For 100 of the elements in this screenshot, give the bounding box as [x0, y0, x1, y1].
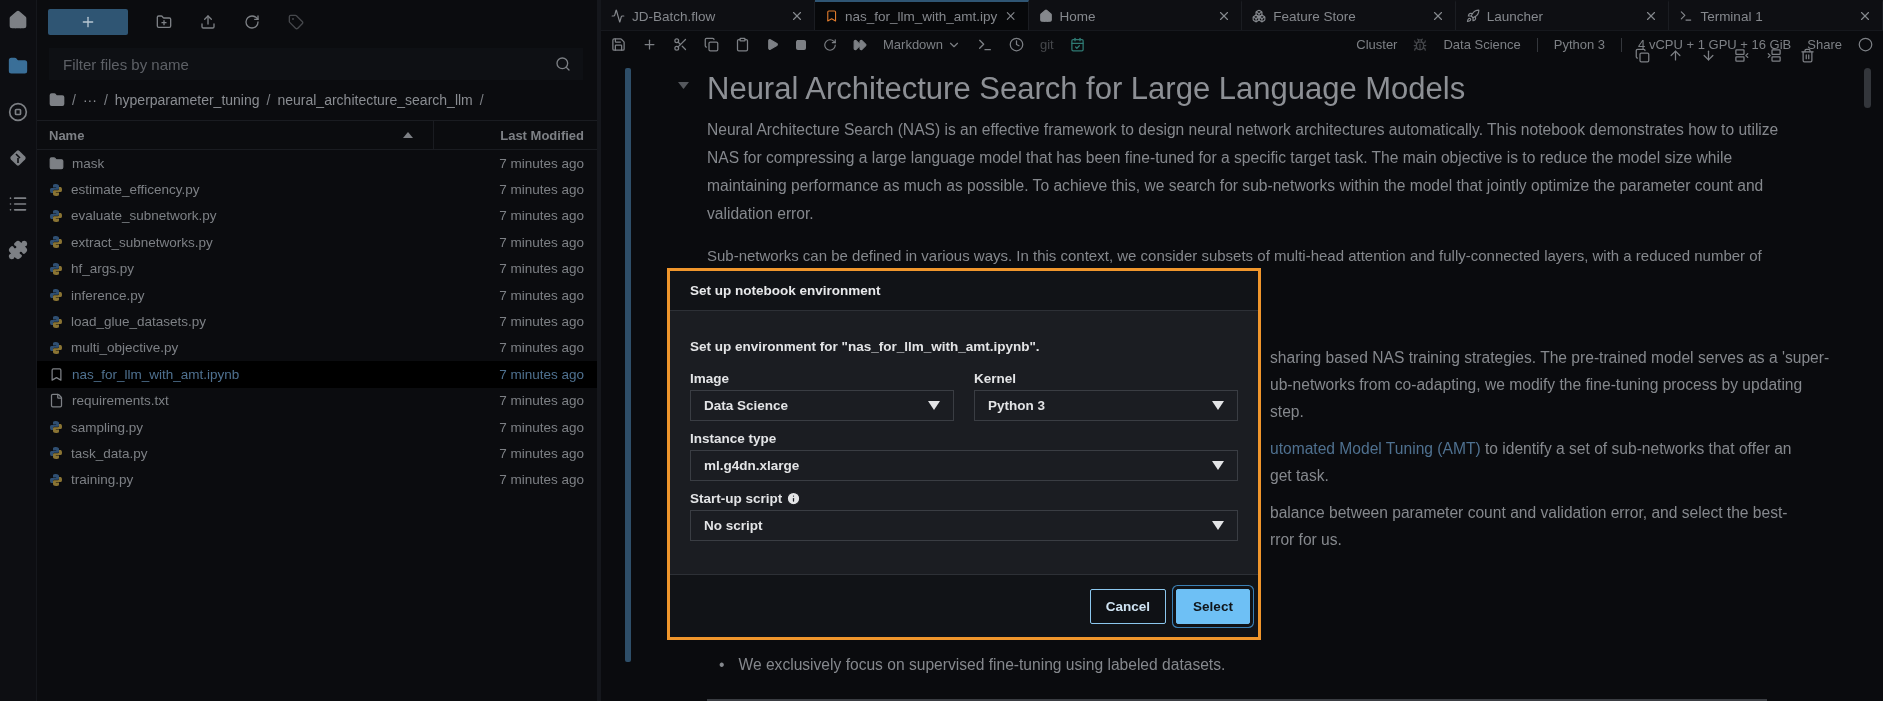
list-icon	[8, 194, 28, 214]
filter-field[interactable]: Filter files by name	[49, 48, 583, 80]
kernel-status-icon	[1858, 37, 1873, 53]
file-row[interactable]: hf_args.py 7 minutes ago	[37, 255, 597, 282]
activity-button[interactable]	[8, 10, 28, 30]
new-folder-button[interactable]	[156, 14, 172, 30]
bullet-marker: •	[719, 655, 725, 675]
field-label: Start-up script	[690, 491, 783, 506]
flow-icon	[611, 9, 625, 24]
activity-button[interactable]	[8, 240, 28, 260]
bullet-item: We exclusively focus on supervised fine-tuning using labeled datasets.	[738, 655, 1226, 675]
image-label[interactable]: Data Science	[1443, 37, 1521, 53]
activity-button[interactable]	[8, 56, 28, 76]
insert-below-button[interactable]	[1734, 48, 1749, 63]
clock-button[interactable]	[1008, 37, 1024, 53]
scrollbar[interactable]	[1864, 68, 1871, 108]
file-row[interactable]: extract_subnetworks.py 7 minutes ago	[37, 229, 597, 256]
refresh-button[interactable]	[244, 14, 260, 30]
file-row[interactable]: mask 7 minutes ago	[37, 150, 597, 177]
file-row[interactable]: estimate_efficency.py 7 minutes ago	[37, 176, 597, 203]
copy-button[interactable]	[704, 37, 719, 53]
activity-button[interactable]	[8, 102, 28, 122]
cancel-button[interactable]: Cancel	[1089, 588, 1166, 624]
dialog-intro: Set up environment for "nas_for_llm_with_amt.ipynb".	[690, 339, 1041, 356]
select-field[interactable]: No script	[690, 510, 1238, 541]
cell-type-dropdown[interactable]: Markdown	[883, 37, 961, 53]
modified-time: 7 minutes ago	[499, 446, 584, 461]
python-file-icon	[49, 472, 63, 487]
git-label: git	[1039, 37, 1054, 53]
modified-time: 7 minutes ago	[499, 366, 584, 382]
save-button[interactable]	[611, 37, 626, 53]
select-field[interactable]: Python 3	[974, 390, 1238, 421]
share-label[interactable]: Share	[1807, 37, 1842, 53]
editor-tab[interactable]: nas_for_llm_with_amt.ipy	[814, 0, 1029, 31]
cut-button[interactable]	[673, 37, 688, 53]
modified-time: 7 minutes ago	[499, 340, 584, 356]
delete-cell-button[interactable]	[1800, 48, 1815, 63]
run-all-button[interactable]	[853, 37, 867, 52]
home-icon	[1038, 9, 1053, 24]
stop-icon	[8, 102, 28, 122]
activity-button[interactable]	[8, 194, 28, 214]
restart-button[interactable]	[823, 37, 837, 52]
insert-above-button[interactable]	[1767, 48, 1782, 63]
modified-time: 7 minutes ago	[499, 419, 584, 435]
file-row[interactable]: task_data.py 7 minutes ago	[37, 440, 597, 467]
file-name: task_data.py	[71, 446, 149, 461]
puzzle-icon	[8, 240, 28, 260]
caret-icon	[1212, 461, 1224, 470]
paste-button[interactable]	[735, 37, 750, 53]
python-file-icon	[49, 182, 63, 197]
name-column-header[interactable]: Name	[37, 121, 434, 149]
add-cell-button[interactable]	[642, 37, 657, 53]
field-label: Instance type	[690, 431, 777, 446]
path-separator: /	[266, 92, 271, 108]
filter-input[interactable]: Filter files by name	[61, 54, 445, 74]
cluster-label[interactable]: Cluster	[1356, 37, 1398, 53]
modified-time: 7 minutes ago	[499, 314, 584, 330]
move-down-button[interactable]	[1701, 48, 1716, 63]
modified-time: 7 minutes ago	[499, 287, 584, 303]
breadcrumb-item[interactable]: hyperparameter_tuning	[114, 92, 260, 108]
terminal-icon	[1679, 9, 1694, 24]
file-row[interactable]: requirements.txt 7 minutes ago	[37, 387, 597, 414]
link[interactable]: utomated Model Tuning (AMT)	[1270, 440, 1481, 457]
modified-column-header[interactable]: Last Modified	[434, 127, 597, 143]
stop-button[interactable]	[795, 38, 807, 51]
info-icon[interactable]	[786, 491, 802, 506]
upload-button[interactable]	[200, 14, 216, 30]
file-row[interactable]: sampling.py 7 minutes ago	[37, 413, 597, 441]
file-name: multi_objective.py	[71, 340, 180, 356]
breadcrumb-item[interactable]: neural_architecture_search_llm	[277, 92, 473, 108]
modified-time: 7 minutes ago	[499, 472, 584, 488]
file-row[interactable]: evaluate_subnetwork.py 7 minutes ago	[37, 202, 597, 230]
file-name: load_glue_datasets.py	[71, 314, 208, 330]
launcher-icon	[1465, 9, 1480, 24]
folder-icon	[49, 155, 64, 171]
file-row[interactable]: multi_objective.py 7 minutes ago	[37, 334, 597, 362]
instance-label[interactable]: 4 vCPU + 1 GPU + 16 GiB	[1638, 37, 1792, 53]
file-name: estimate_efficency.py	[71, 182, 201, 198]
path-separator: /	[72, 92, 76, 108]
run-button[interactable]	[766, 38, 779, 52]
python-file-icon	[49, 208, 63, 223]
collapse-caret-icon[interactable]	[678, 82, 689, 89]
home-icon	[8, 10, 28, 30]
move-up-button[interactable]	[1668, 48, 1683, 63]
file-row[interactable]: inference.py 7 minutes ago	[37, 281, 597, 309]
select-field[interactable]: Data Science	[690, 390, 954, 421]
paragraph: Sub-networks can be defined in various ways. In this context, we consider subsets of multi-head attention and fully-connected layers, with a reduced number of	[707, 246, 1763, 266]
breadcrumb-item[interactable]: ···	[82, 92, 97, 108]
kernel-label[interactable]: Python 3	[1553, 37, 1606, 53]
file-row[interactable]: load_glue_datasets.py 7 minutes ago	[37, 308, 597, 335]
duplicate-cell-button[interactable]	[1635, 48, 1650, 63]
file-row[interactable]: training.py 7 minutes ago	[37, 466, 597, 494]
modified-time: 7 minutes ago	[499, 234, 584, 250]
select-field[interactable]: ml.g4dn.xlarge	[690, 450, 1238, 481]
file-name: sampling.py	[71, 419, 145, 435]
field-label: Image	[690, 371, 730, 386]
schedule-button[interactable]	[1069, 37, 1085, 53]
file-row[interactable]: nas_for_llm_with_amt.ipynb 7 minutes ago	[37, 361, 597, 388]
field-label: Kernel	[974, 371, 1017, 386]
notebook-heading: Neural Architecture Search for Large Language Models	[707, 70, 1467, 108]
